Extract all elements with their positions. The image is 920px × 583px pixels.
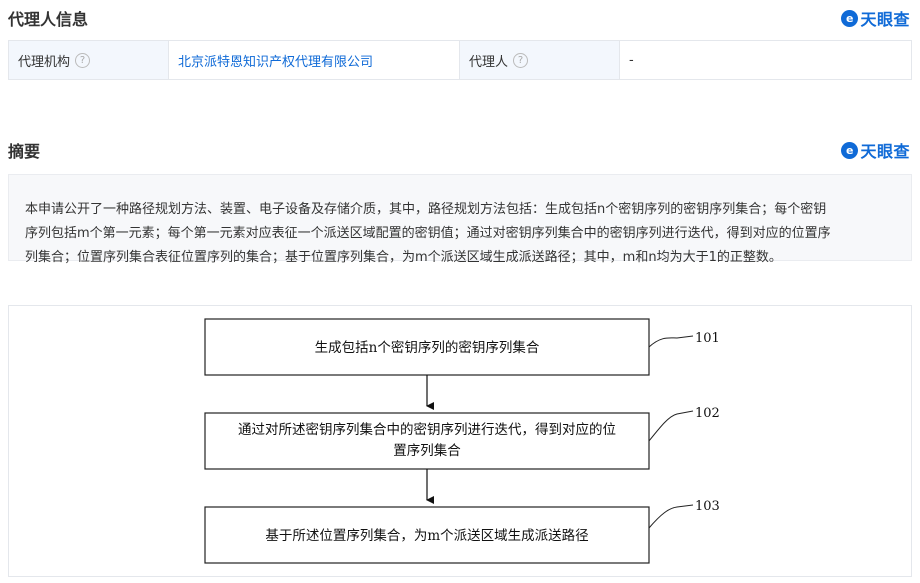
abstract-figure: 生成包括n个密钥序列的密钥序列集合 101 通过对所述密钥序列集合中的密钥序列进…	[8, 305, 912, 577]
step-text-102-line2: 置序列集合	[393, 443, 461, 459]
agent-info-table: 代理机构 ? 北京派特恩知识产权代理有限公司 代理人 ? -	[8, 40, 912, 80]
step-text-103: 基于所述位置序列集合，为m个派送区域生成派送路径	[265, 527, 588, 544]
abstract-section-title: 摘要	[8, 142, 41, 161]
leader-line-103	[648, 504, 694, 529]
leader-line-101	[648, 335, 694, 348]
abstract-line: 列集合；位置序列集合表征位置序列的集合；基于位置序列集合，为m个派送区域生成派送…	[25, 250, 782, 265]
tianyancha-brand[interactable]: e 天眼查	[841, 138, 910, 162]
tianyancha-brand[interactable]: e 天眼查	[841, 6, 910, 30]
agent-value: -	[629, 52, 634, 68]
tianyancha-logo-icon: e	[841, 141, 859, 159]
brand-text: 天眼查	[860, 142, 910, 161]
agency-label-cell: 代理机构 ?	[9, 41, 169, 79]
question-circle-icon[interactable]: ?	[513, 52, 529, 68]
agency-link[interactable]: 北京派特恩知识产权代理有限公司	[178, 51, 373, 70]
agent-label: 代理人	[469, 54, 509, 70]
abstract-text: 本申请公开了一种路径规划方法、装置、电子设备及存储介质，其中，路径规划方法包括：…	[8, 174, 912, 265]
step-number-102: 102	[695, 406, 720, 421]
agency-value-cell: 北京派特恩知识产权代理有限公司	[169, 41, 460, 79]
tianyancha-logo-icon: e	[841, 9, 859, 27]
abstract-line: 序列包括m个第一元素；每个第一元素对应表征一个派送区域配置的密钥值；通过对密钥序…	[25, 226, 831, 241]
flowchart-diagram: 生成包括n个密钥序列的密钥序列集合 101 通过对所述密钥序列集合中的密钥序列进…	[204, 318, 720, 564]
brand-text: 天眼查	[860, 10, 910, 29]
agent-label-cell: 代理人 ?	[460, 41, 620, 79]
step-text-101: 生成包括n个密钥序列的密钥序列集合	[315, 339, 540, 356]
step-text-102-line1: 通过对所述密钥序列集合中的密钥序列进行迭代，得到对应的位	[238, 421, 616, 438]
agent-section-title: 代理人信息	[8, 10, 89, 29]
agency-label: 代理机构	[18, 54, 71, 70]
question-circle-icon[interactable]: ?	[75, 52, 91, 68]
leader-line-102	[648, 410, 694, 442]
step-number-103: 103	[695, 499, 720, 514]
step-number-101: 101	[695, 331, 720, 346]
agent-value-cell: -	[620, 41, 911, 79]
abstract-line: 本申请公开了一种路径规划方法、装置、电子设备及存储介质，其中，路径规划方法包括：…	[25, 202, 827, 217]
